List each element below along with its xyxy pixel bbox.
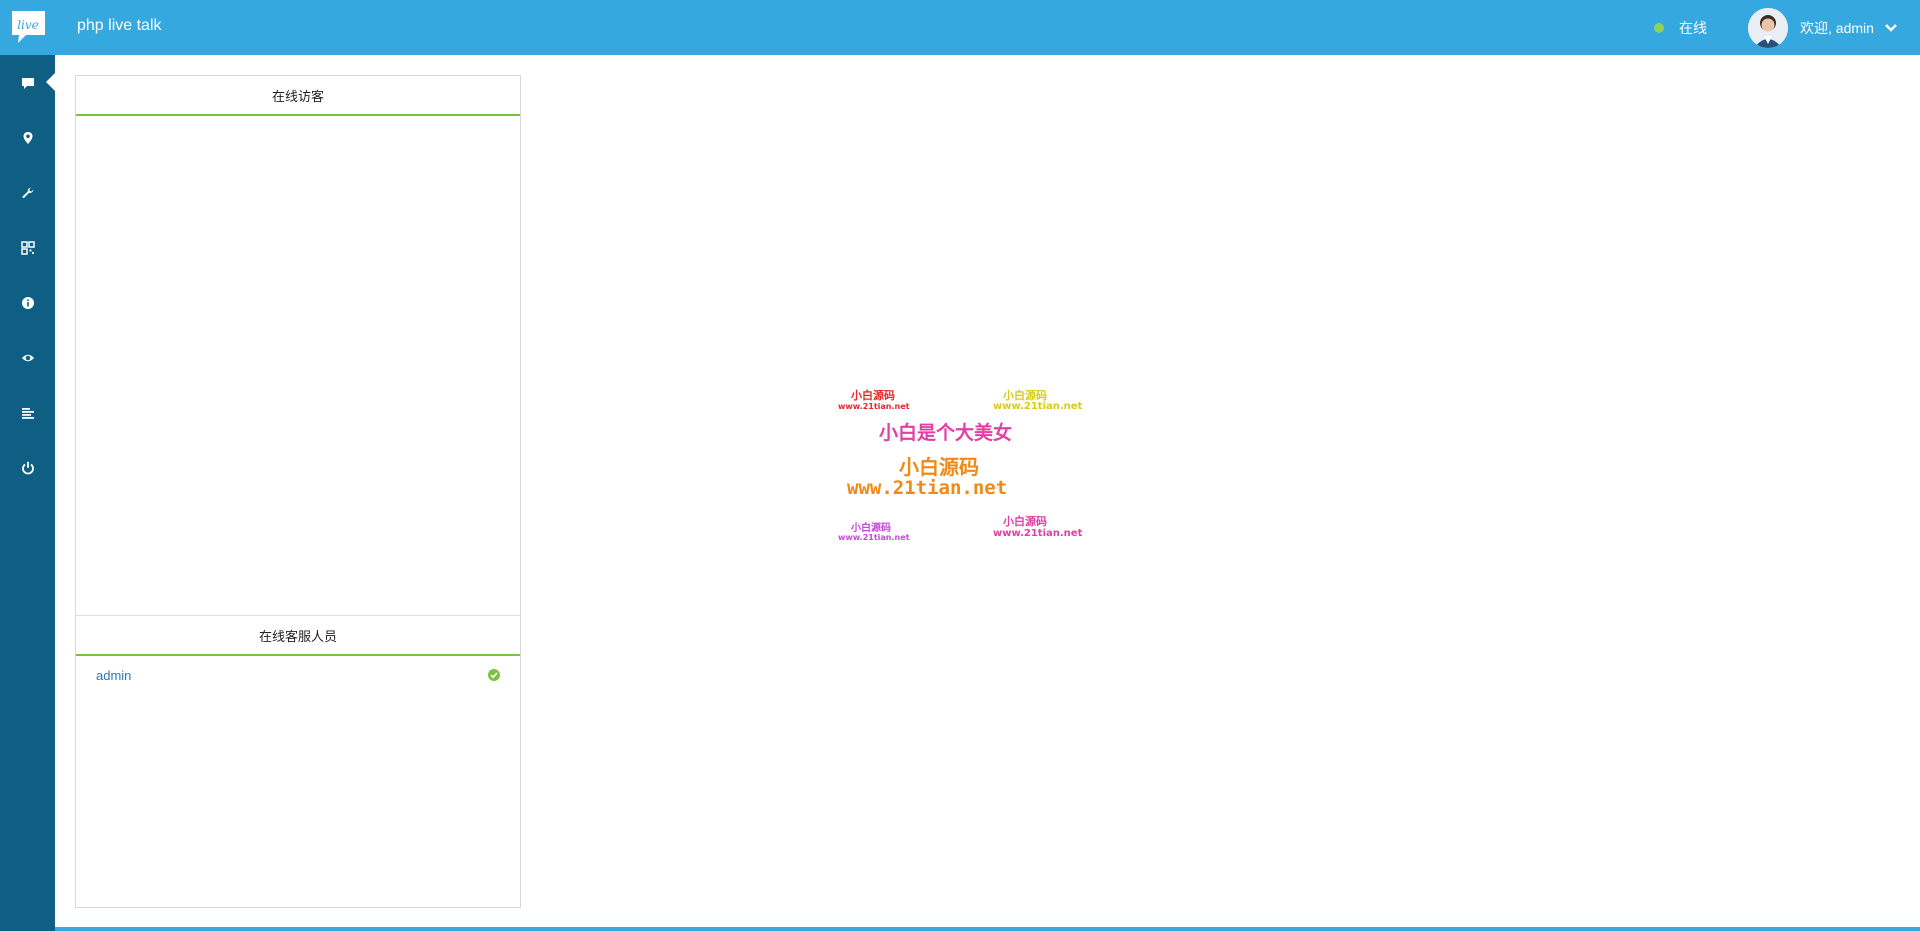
bottom-strip [55, 927, 1920, 931]
user-menu[interactable]: 欢迎, admin [1800, 18, 1898, 38]
watermark-text: 小白源码 [899, 455, 979, 479]
watermark-text: www.21tian.net [838, 402, 910, 411]
watermark-text: www.21tian.net [838, 533, 910, 542]
qrcode-icon [20, 240, 35, 255]
online-status[interactable]: 在线 [1654, 18, 1707, 38]
chevron-down-icon [1885, 24, 1897, 32]
sidebar-item-monitor[interactable] [0, 330, 55, 385]
status-label: 在线 [1679, 20, 1707, 36]
watermark-image: 小白源码 www.21tian.net 小白源码 www.21tian.net … [835, 385, 1085, 545]
watermark-text: 小白源码 [1003, 515, 1047, 528]
list-item[interactable]: admin [76, 656, 520, 694]
watermark-text: 小白源码 [851, 523, 891, 534]
sidebar-item-chat[interactable] [0, 55, 55, 110]
power-icon [21, 461, 34, 474]
side-panel: 在线访客 在线客服人员 admin [75, 75, 521, 908]
live-logo-icon[interactable]: live [10, 9, 47, 45]
welcome-text: 欢迎, admin [1800, 20, 1874, 36]
online-visitors-list [76, 116, 520, 616]
top-bar: live php live talk 在线 欢迎, admin [0, 0, 1920, 55]
sidebar-item-history[interactable] [0, 385, 55, 440]
check-circle-icon [488, 669, 500, 681]
list-icon [21, 407, 34, 419]
map-marker-icon [23, 131, 32, 144]
chat-icon [21, 77, 34, 89]
watermark-text: 小白是个大美女 [879, 422, 1013, 444]
info-icon [21, 296, 34, 309]
staff-name[interactable]: admin [96, 668, 131, 683]
watermark-text: www.21tian.net [993, 528, 1083, 539]
sidebar-item-settings[interactable] [0, 165, 55, 220]
watermark-text: www.21tian.net [847, 477, 1008, 499]
app-title: php live talk [77, 17, 162, 34]
watermark-text: www.21tian.net [993, 401, 1083, 412]
online-staff-header: 在线客服人员 [76, 616, 520, 656]
active-indicator [46, 73, 55, 91]
eye-icon [21, 354, 34, 361]
avatar[interactable] [1748, 8, 1788, 48]
status-dot-icon [1654, 23, 1664, 33]
wrench-icon [21, 187, 33, 198]
sidebar [0, 55, 55, 931]
online-staff-section: 在线客服人员 admin [76, 616, 520, 694]
watermark-text: 小白源码 [851, 389, 895, 402]
svg-text:live: live [17, 18, 39, 32]
sidebar-item-qrcode[interactable] [0, 220, 55, 275]
sidebar-item-logout[interactable] [0, 440, 55, 495]
online-visitors-header: 在线访客 [76, 76, 520, 116]
sidebar-item-info[interactable] [0, 275, 55, 330]
sidebar-item-location[interactable] [0, 110, 55, 165]
